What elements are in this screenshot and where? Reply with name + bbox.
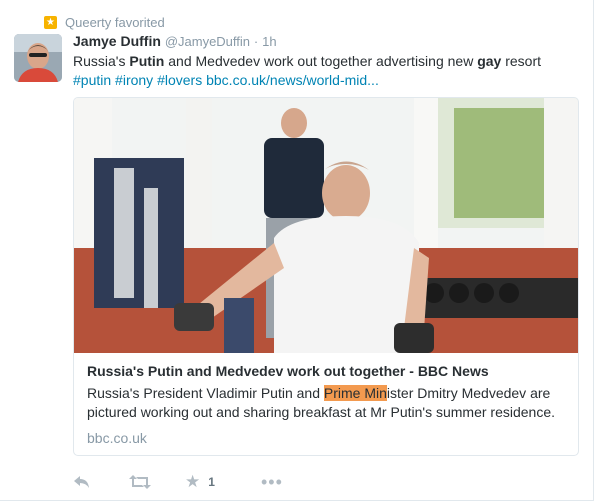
context-label[interactable]: Queerty favorited	[65, 15, 165, 30]
hashtag-putin[interactable]: #putin	[73, 72, 111, 88]
card-image[interactable]	[74, 98, 578, 353]
star-icon: ★	[44, 15, 57, 29]
tweet-links-line: #putin #irony #lovers bbc.co.uk/news/wor…	[73, 71, 573, 90]
hashtag-irony[interactable]: #irony	[115, 72, 153, 88]
separator: ·	[253, 34, 259, 49]
avatar[interactable]	[14, 34, 62, 82]
tweet-text-line: Russia's Putin and Medvedev work out tog…	[73, 52, 573, 71]
author-handle[interactable]: @JamyeDuffin	[165, 34, 250, 49]
retweet-icon[interactable]	[129, 475, 185, 489]
tweet-actions: ★ 1 •••	[73, 472, 283, 492]
card-description: Russia's President Vladimir Putin and Pr…	[87, 384, 567, 422]
favorite-count: 1	[208, 475, 215, 489]
card-body: Russia's Putin and Medvedev work out tog…	[87, 362, 567, 446]
tweet-time[interactable]: 1h	[262, 34, 276, 49]
link-card[interactable]: Russia's Putin and Medvedev work out tog…	[73, 97, 579, 456]
text-bold-putin: Putin	[129, 53, 165, 69]
tweet-url-link[interactable]: bbc.co.uk/news/world-mid...	[206, 72, 379, 88]
reply-icon[interactable]	[73, 475, 129, 489]
tweet-header: Jamye Duffin @JamyeDuffin · 1h	[73, 33, 277, 49]
text-part: resort	[501, 53, 542, 69]
tweet-text: Russia's Putin and Medvedev work out tog…	[73, 52, 573, 90]
star-icon: ★	[185, 472, 201, 491]
card-title[interactable]: Russia's Putin and Medvedev work out tog…	[87, 362, 567, 381]
text-part: and Medvedev work out together advertisi…	[164, 53, 478, 69]
author-name[interactable]: Jamye Duffin	[73, 33, 161, 49]
text-bold-gay: gay	[477, 53, 502, 69]
hashtag-lovers[interactable]: #lovers	[157, 72, 202, 88]
card-desc-highlight: Prime Min	[323, 385, 387, 401]
card-domain: bbc.co.uk	[87, 430, 147, 446]
favorite-button[interactable]: ★ 1	[185, 472, 261, 492]
card-desc-part: Russia's President Vladimir Putin and	[87, 385, 324, 401]
text-part: Russia's	[73, 53, 130, 69]
more-icon[interactable]: •••	[261, 472, 283, 493]
context-header: ★ Queerty favorited	[44, 12, 165, 32]
